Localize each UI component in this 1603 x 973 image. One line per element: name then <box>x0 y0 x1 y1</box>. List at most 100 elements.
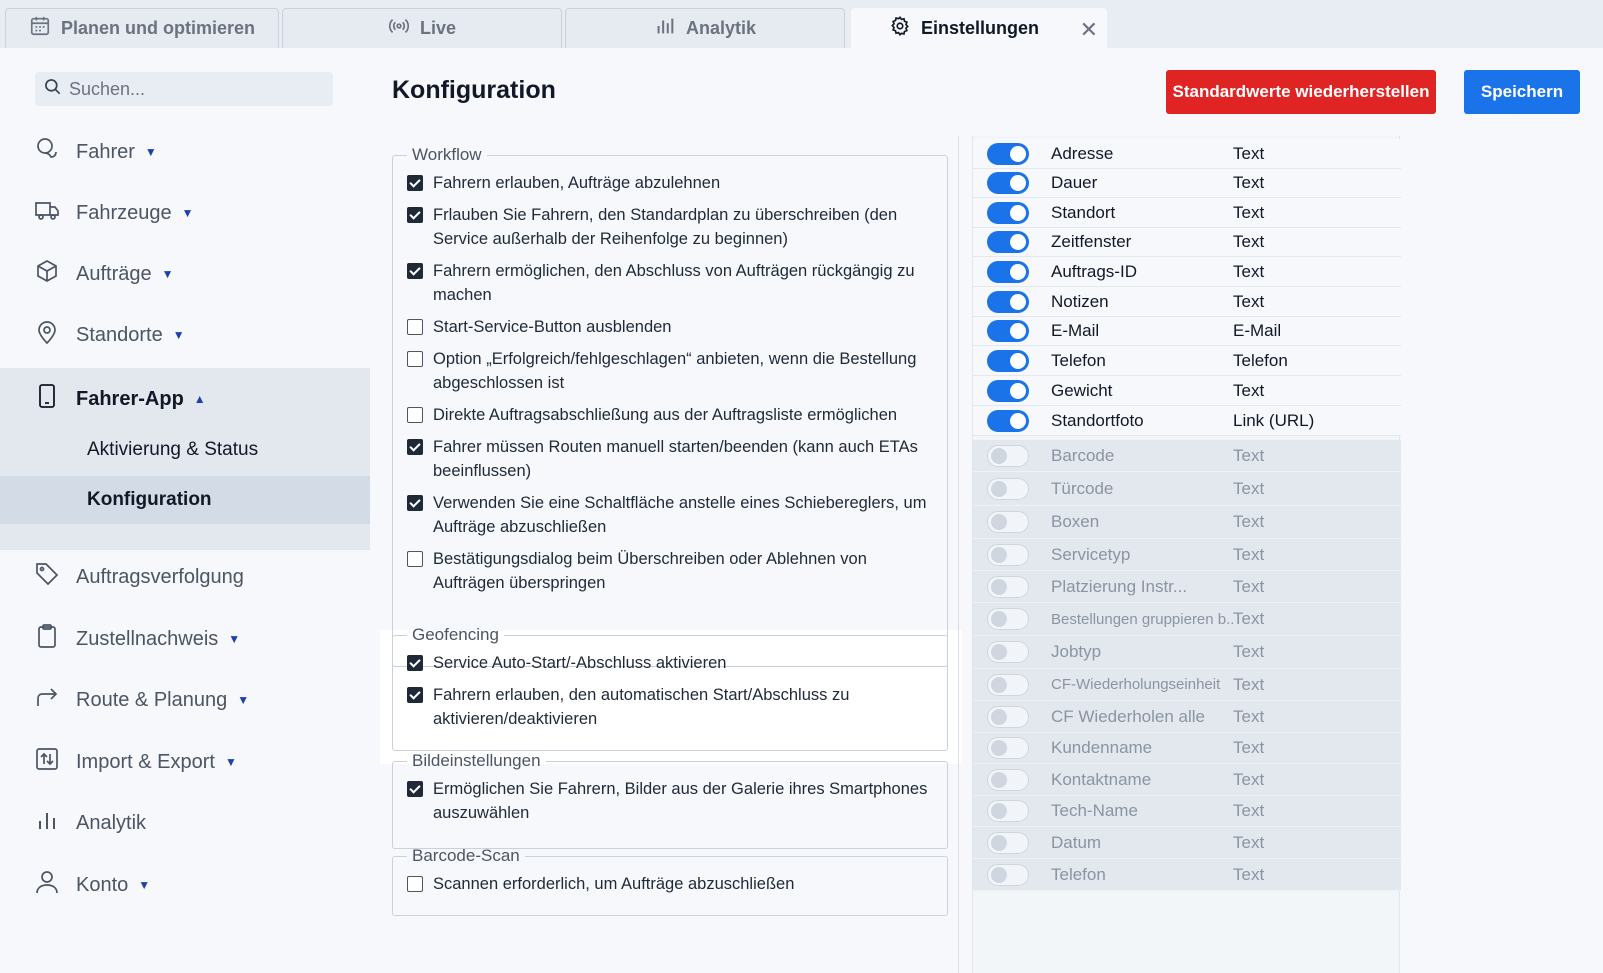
field-toggle[interactable] <box>987 768 1029 791</box>
tab-label: Einstellungen <box>920 18 1039 38</box>
checkbox[interactable] <box>407 551 423 567</box>
field-toggle[interactable] <box>987 142 1029 165</box>
field-toggle[interactable] <box>987 641 1029 663</box>
checkbox-option[interactable]: Fahrern erlauben, den automatischen Star… <box>407 683 933 731</box>
search-box[interactable] <box>35 72 333 106</box>
sidebar-item-fahrer-app[interactable]: Fahrer-App ▲ <box>0 376 370 422</box>
field-toggle[interactable] <box>987 511 1029 533</box>
field-row: CF Wiederholen alle Text <box>973 701 1401 733</box>
close-icon[interactable]: ✕ <box>1080 17 1098 43</box>
chevron-up-icon: ▲ <box>193 392 206 406</box>
checkbox[interactable] <box>407 495 423 511</box>
toggle-knob <box>1010 234 1026 250</box>
field-toggle[interactable] <box>987 379 1029 402</box>
field-toggle[interactable] <box>987 831 1029 854</box>
checkbox-option[interactable]: Fahrer müssen Routen manuell starten/bee… <box>407 435 933 483</box>
sidebar-item-import-export[interactable]: Import & Export ▼ <box>0 739 370 785</box>
tab-planen[interactable]: Planen und optimieren <box>5 8 279 48</box>
field-row: Jobtyp Text <box>973 636 1401 669</box>
checkbox-option[interactable]: Ermöglichen Sie Fahrern, Bilder aus der … <box>407 777 933 825</box>
tab-einstellungen[interactable]: Einstellungen ✕ <box>851 8 1107 48</box>
field-toggle[interactable] <box>987 575 1029 598</box>
checkbox[interactable] <box>407 876 423 892</box>
checkbox-option[interactable]: Start-Service-Button ausblenden <box>407 315 933 339</box>
checkbox-label: Start-Service-Button ausblenden <box>433 318 672 336</box>
field-toggle[interactable] <box>987 608 1029 630</box>
checkbox-option[interactable]: Fahrern ermöglichen, den Abschluss von A… <box>407 259 933 307</box>
checkbox-option[interactable]: Fahrern erlauben, Aufträge abzulehnen <box>407 171 933 195</box>
toggle-knob <box>1010 175 1026 191</box>
checkbox[interactable] <box>407 439 423 455</box>
checkbox-label: Option „Erfolgreich/fehlgeschlagen“ anbi… <box>433 350 917 392</box>
checkbox-option[interactable]: Direkte Auftragsabschließung aus der Auf… <box>407 403 933 427</box>
field-toggle[interactable] <box>987 172 1029 194</box>
field-toggle[interactable] <box>987 863 1029 886</box>
field-row: Adresse Text <box>973 139 1401 169</box>
tab-live[interactable]: Live <box>282 8 562 48</box>
checkbox-option[interactable]: Verwenden Sie eine Schaltfläche anstelle… <box>407 491 933 539</box>
field-name: Standort <box>1051 202 1116 222</box>
checkbox-option[interactable]: Frlauben Sie Fahrern, den Standardplan z… <box>407 203 933 251</box>
field-toggle[interactable] <box>987 349 1029 372</box>
field-toggle[interactable] <box>987 477 1029 500</box>
reset-defaults-button[interactable]: Standardwerte wiederherstellen <box>1166 70 1436 114</box>
field-name: Dauer <box>1051 173 1098 192</box>
field-toggle[interactable] <box>987 290 1029 313</box>
map-pin-icon <box>34 319 60 351</box>
sidebar-item-label: Auftragsverfolgung <box>76 565 244 588</box>
checkbox-option[interactable]: Service Auto-Start/-Abschluss aktivieren <box>407 651 933 675</box>
checkbox[interactable] <box>407 407 423 423</box>
sidebar-subitem-aktivierung[interactable]: Aktivierung & Status <box>0 426 370 474</box>
checkbox[interactable] <box>407 655 423 671</box>
tab-analytik[interactable]: Analytik <box>565 8 845 48</box>
checkbox[interactable] <box>407 781 423 797</box>
field-toggle[interactable] <box>987 260 1029 283</box>
sidebar: Fahrer ▼ Fahrzeuge ▼ Aufträge ▼ Standort… <box>0 48 370 973</box>
search-input[interactable] <box>69 78 319 100</box>
sidebar-item-auftraege[interactable]: Aufträge ▼ <box>0 251 370 297</box>
sidebar-item-route-planung[interactable]: Route & Planung ▼ <box>0 677 370 723</box>
field-type: Telefon <box>1233 350 1288 370</box>
field-toggle[interactable] <box>987 231 1029 253</box>
field-toggle[interactable] <box>987 737 1029 759</box>
field-toggle[interactable] <box>987 800 1029 822</box>
checkbox[interactable] <box>407 319 423 335</box>
save-button[interactable]: Speichern <box>1464 70 1580 114</box>
field-name: Platzierung Instr... <box>1051 576 1188 596</box>
toggle-knob <box>1010 323 1026 339</box>
checkbox[interactable] <box>407 175 423 191</box>
field-type: Text <box>1233 609 1265 628</box>
checkbox[interactable] <box>407 351 423 367</box>
sidebar-item-auftragsverfolgung[interactable]: Auftragsverfolgung <box>0 554 370 600</box>
field-toggle[interactable] <box>987 543 1029 566</box>
checkbox-label: Scannen erforderlich, um Aufträge abzusc… <box>433 875 795 893</box>
checkbox-option[interactable]: Bestätigungsdialog beim Überschreiben od… <box>407 547 933 595</box>
checkbox-option[interactable]: Option „Erfolgreich/fehlgeschlagen“ anbi… <box>407 347 933 395</box>
sidebar-subitem-konfiguration[interactable]: Konfiguration <box>0 476 370 524</box>
field-toggle[interactable] <box>987 705 1029 728</box>
field-toggle[interactable] <box>987 320 1029 342</box>
sidebar-item-analytik[interactable]: Analytik <box>0 800 370 846</box>
field-toggle[interactable] <box>987 673 1029 696</box>
checkbox[interactable] <box>407 263 423 279</box>
sidebar-item-standorte[interactable]: Standorte ▼ <box>0 312 370 358</box>
checkbox[interactable] <box>407 687 423 703</box>
field-row: Datum Text <box>973 827 1401 859</box>
field-toggle[interactable] <box>987 409 1029 432</box>
section-legend: Geofencing <box>412 625 499 644</box>
sidebar-item-label: Standorte <box>76 323 163 346</box>
toggle-knob <box>1010 293 1026 310</box>
checkbox[interactable] <box>407 207 423 223</box>
field-type: Text <box>1233 445 1265 465</box>
checkbox-option[interactable]: Scannen erforderlich, um Aufträge abzusc… <box>407 872 933 896</box>
sidebar-item-fahrzeuge[interactable]: Fahrzeuge ▼ <box>0 190 370 236</box>
field-type: Text <box>1233 291 1265 311</box>
sidebar-item-zustellnachweis[interactable]: Zustellnachweis ▼ <box>0 616 370 662</box>
divider <box>958 136 959 973</box>
field-toggle[interactable] <box>987 444 1029 467</box>
truck-icon <box>34 197 60 229</box>
sidebar-item-fahrer[interactable]: Fahrer ▼ <box>0 129 370 175</box>
checkbox-label: Fahrer müssen Routen manuell starten/bee… <box>433 438 918 480</box>
sidebar-item-konto[interactable]: Konto ▼ <box>0 862 370 908</box>
field-toggle[interactable] <box>987 201 1029 224</box>
